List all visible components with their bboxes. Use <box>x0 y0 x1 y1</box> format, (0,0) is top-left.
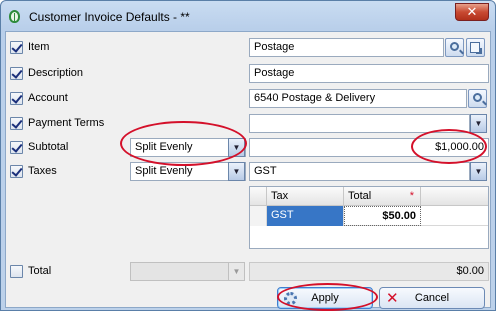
chevron-down-icon[interactable]: ▼ <box>228 162 245 181</box>
description-row: Description Postage <box>6 62 492 84</box>
account-row: Account 6540 Postage & Delivery <box>6 87 492 109</box>
item-checkbox[interactable] <box>10 41 23 54</box>
subtotal-row: Subtotal Split Evenly ▼ $1,000.00 <box>6 136 492 158</box>
payment-terms-checkbox[interactable] <box>10 117 23 130</box>
item-lookup-button[interactable] <box>445 38 464 57</box>
subtotal-checkbox[interactable] <box>10 141 23 154</box>
account-lookup-button[interactable] <box>468 89 487 108</box>
app-logo-icon <box>9 10 20 23</box>
chevron-down-icon[interactable]: ▼ <box>228 138 245 157</box>
chevron-down-icon[interactable]: ▼ <box>470 162 487 181</box>
tax-code-select[interactable]: GST <box>249 162 470 181</box>
search-icon <box>473 93 482 102</box>
taxes-checkbox[interactable] <box>10 165 23 178</box>
item-row: Item Postage <box>6 36 492 58</box>
payment-terms-row: Payment Terms ▼ <box>6 112 492 134</box>
apply-button[interactable]: Apply <box>277 287 373 309</box>
tax-grid: Tax Total * GST $50.00 <box>249 186 489 249</box>
tax-total-cell[interactable]: $50.00 <box>344 206 421 226</box>
apply-label: Apply <box>311 292 339 304</box>
column-header-total-label: Total <box>348 190 372 202</box>
item-label: Item <box>28 41 50 53</box>
table-row[interactable]: GST $50.00 <box>250 206 488 226</box>
x-icon: ✕ <box>386 290 399 307</box>
cancel-button[interactable]: ✕ Cancel <box>379 287 485 309</box>
taxes-row: Taxes Split Evenly ▼ GST ▼ <box>6 160 492 182</box>
payment-terms-label: Payment Terms <box>28 117 105 129</box>
description-checkbox[interactable] <box>10 67 23 80</box>
dialog-window: Customer Invoice Defaults - ** ✕ Item Po… <box>0 0 496 311</box>
payment-terms-select[interactable] <box>249 114 470 133</box>
total-row: Total ▼ $0.00 <box>6 260 492 282</box>
description-field[interactable]: Postage <box>249 64 489 83</box>
total-amount-field: $0.00 <box>249 262 489 281</box>
subtotal-label: Subtotal <box>28 141 69 153</box>
title-bar: Customer Invoice Defaults - ** ✕ <box>1 1 495 31</box>
account-field[interactable]: 6540 Postage & Delivery <box>249 89 467 108</box>
gear-icon <box>284 292 297 305</box>
description-label: Description <box>28 67 84 79</box>
item-field[interactable]: Postage <box>249 38 444 57</box>
item-browse-button[interactable] <box>466 38 485 57</box>
account-checkbox[interactable] <box>10 92 23 105</box>
cancel-label: Cancel <box>414 292 450 304</box>
tax-cell[interactable]: GST <box>267 206 344 226</box>
tax-grid-header: Tax Total * <box>250 187 488 206</box>
chevron-down-icon[interactable]: ▼ <box>470 114 487 133</box>
subtotal-amount-field[interactable]: $1,000.00 <box>249 138 489 157</box>
taxes-label: Taxes <box>28 165 57 177</box>
required-marker: * <box>409 190 414 202</box>
browse-arrow-icon <box>476 48 482 54</box>
dialog-body: Item Postage Description Postage Account… <box>5 31 491 308</box>
row-selector[interactable] <box>250 206 267 226</box>
window-title: Customer Invoice Defaults - ** <box>29 10 190 24</box>
total-label: Total <box>28 265 52 277</box>
column-header-total[interactable]: Total * <box>344 187 421 206</box>
account-label: Account <box>28 92 68 104</box>
close-button[interactable]: ✕ <box>455 3 489 21</box>
total-checkbox[interactable] <box>10 265 23 278</box>
total-method-select <box>130 262 242 281</box>
chevron-down-icon: ▼ <box>228 262 245 281</box>
search-icon <box>450 42 459 51</box>
column-header-tax[interactable]: Tax <box>267 187 344 206</box>
row-selector-header <box>250 187 267 206</box>
